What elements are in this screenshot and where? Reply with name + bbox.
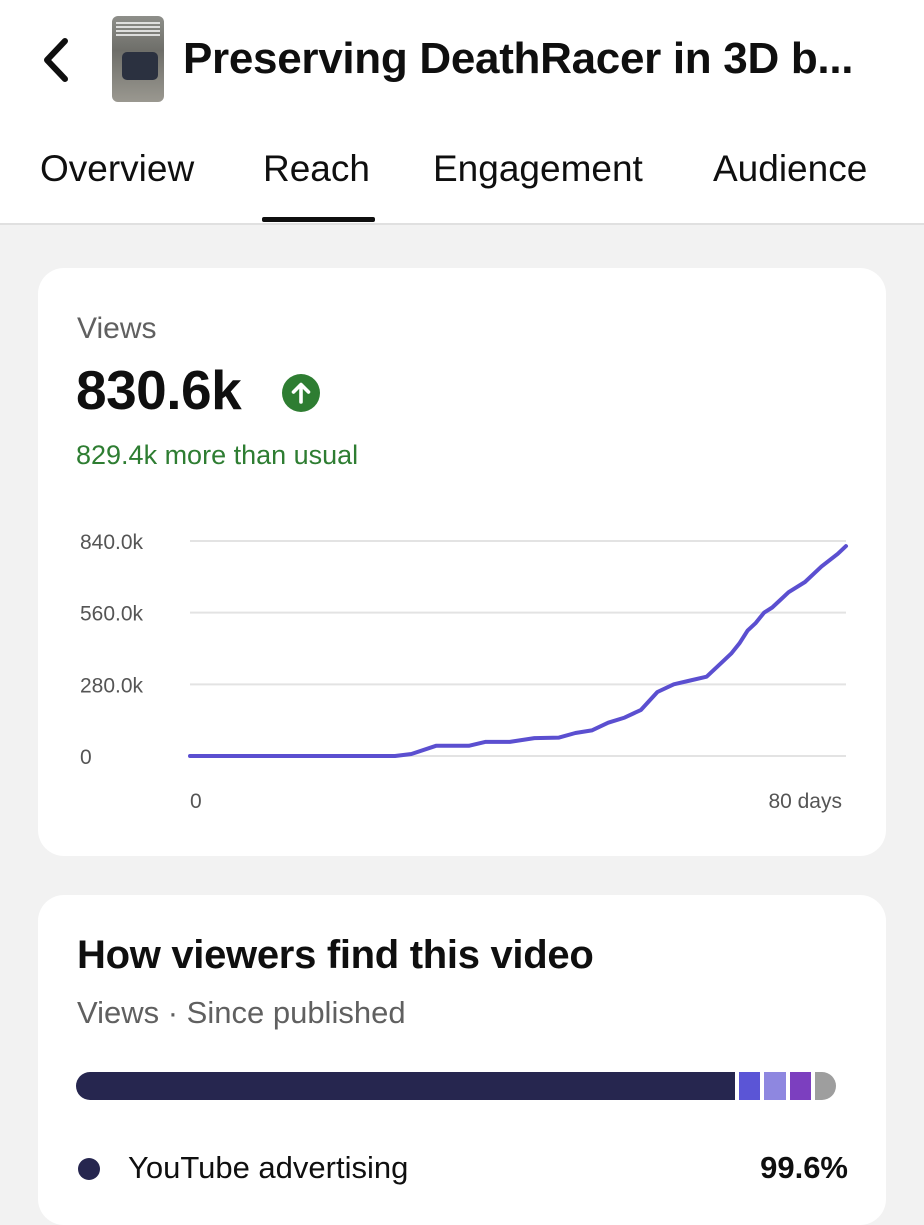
legend-label: YouTube advertising xyxy=(128,1150,408,1186)
legend-dot xyxy=(78,1158,100,1180)
views-value: 830.6k xyxy=(76,358,241,422)
tab-reach[interactable]: Reach xyxy=(263,148,370,190)
traffic-source-segment xyxy=(76,1072,735,1100)
legend-value: 99.6% xyxy=(760,1150,848,1186)
y-tick-label: 0 xyxy=(80,746,92,769)
x-tick-label: 80 days xyxy=(768,790,842,813)
views-card[interactable]: Views 830.6k 829.4k more than usual 840.… xyxy=(38,268,886,856)
section-title: How viewers find this video xyxy=(77,933,593,978)
chevron-left-icon xyxy=(41,37,71,83)
traffic-source-segment xyxy=(764,1072,785,1100)
traffic-source-bar xyxy=(76,1072,836,1100)
traffic-source-segment xyxy=(739,1072,760,1100)
traffic-source-segment xyxy=(815,1072,836,1100)
tab-audience[interactable]: Audience xyxy=(713,148,867,190)
traffic-source-segment xyxy=(790,1072,811,1100)
views-label: Views xyxy=(77,312,156,346)
views-line-chart: 840.0k 560.0k 280.0k 0 0 80 days xyxy=(38,508,886,828)
arrow-up-circle-icon xyxy=(281,373,321,413)
views-delta-text: 829.4k more than usual xyxy=(76,440,358,471)
y-tick-label: 560.0k xyxy=(80,603,144,626)
section-subtitle: Views · Since published xyxy=(77,995,406,1031)
y-tick-label: 280.0k xyxy=(80,674,144,697)
active-tab-indicator xyxy=(262,217,375,222)
tab-engagement[interactable]: Engagement xyxy=(433,148,643,190)
traffic-sources-card[interactable]: How viewers find this video Views · Sinc… xyxy=(38,895,886,1225)
tab-overview[interactable]: Overview xyxy=(40,148,194,190)
y-tick-label: 840.0k xyxy=(80,531,144,554)
back-button[interactable] xyxy=(30,32,82,88)
top-bar: Preserving DeathRacer in 3D b... Overvie… xyxy=(0,0,924,225)
x-tick-label: 0 xyxy=(190,790,202,813)
video-thumbnail[interactable] xyxy=(112,16,164,102)
video-title: Preserving DeathRacer in 3D b... xyxy=(183,34,908,84)
views-series-line xyxy=(190,546,846,756)
